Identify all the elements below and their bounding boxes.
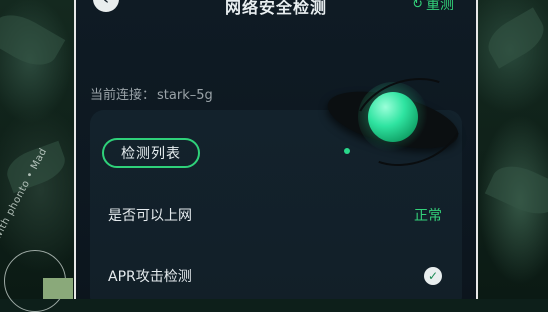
redetect-button[interactable]: ↻ 重测 [412,0,454,14]
check-row-internet: 是否可以上网 正常 [108,205,442,225]
check-label: 是否可以上网 [108,208,192,224]
connection-label: 当前连接： [90,88,156,103]
security-orb-illustration [322,63,476,181]
check-row-apr: APR攻击检测 ✓ [108,266,442,286]
orb-satellite-dot [344,148,350,154]
current-connection: 当前连接： stark–5g [90,84,213,103]
detection-list-tag: 检测列表 [102,138,200,168]
check-status: 正常 [414,208,442,224]
app-header: ‹ 网络安全检测 ↻ 重测 [76,0,476,22]
corner-decoration [43,278,73,299]
phone-screen: ‹ 网络安全检测 ↻ 重测 当前连接： stark–5g 检测列表 是否可以上网 … [74,0,478,299]
orbit-line [341,63,476,181]
check-label: APR攻击检测 [108,269,192,285]
refresh-icon: ↻ [412,0,423,12]
connection-ssid: stark–5g [157,88,213,103]
redetect-label: 重测 [426,0,454,13]
checkmark-icon: ✓ [424,267,442,285]
